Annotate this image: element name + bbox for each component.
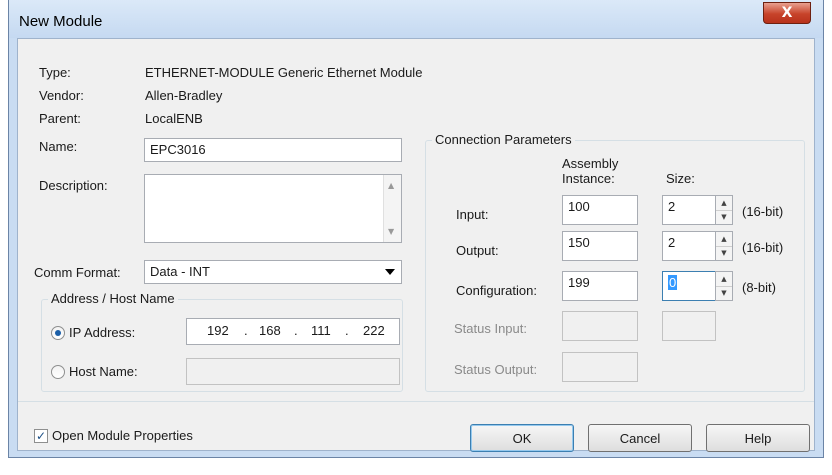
open-module-properties-checkbox[interactable]: ✓ (34, 429, 48, 443)
ip-octet-3: 111 (311, 323, 331, 338)
spin-up-icon[interactable]: ▲ (716, 196, 732, 211)
open-module-properties-label: Open Module Properties (52, 428, 193, 443)
output-instance-field[interactable]: 150 (562, 231, 638, 261)
vendor-value: Allen-Bradley (145, 88, 223, 103)
host-name-label: Host Name: (69, 364, 138, 379)
input-label: Input: (456, 207, 489, 222)
parent-label: Parent: (39, 111, 81, 126)
status-input-label: Status Input: (454, 321, 527, 336)
status-output-label: Status Output: (454, 362, 538, 377)
name-input[interactable]: EPC3016 (144, 138, 402, 162)
spin-up-icon[interactable]: ▲ (716, 272, 732, 287)
comm-format-value: Data - INT (150, 264, 210, 279)
new-module-dialog: New Module X Type: ETHERNET-MODULE Gener… (8, 0, 824, 458)
type-label: Type: (39, 65, 71, 80)
ip-dot: . (244, 323, 248, 338)
output-size-unit: (16-bit) (742, 240, 784, 255)
connection-parameters-group: Connection Parameters Assembly Instance:… (425, 132, 805, 392)
status-input-size-field[interactable] (662, 311, 716, 341)
ok-button-label: OK (512, 430, 532, 446)
footer-separator (18, 401, 814, 402)
description-scrollbar[interactable]: ▲ ▼ (383, 175, 401, 242)
cancel-button[interactable]: Cancel (588, 424, 692, 452)
ip-octet-1: 192 (207, 323, 229, 338)
chevron-down-icon (385, 269, 395, 275)
status-output-instance-field[interactable] (562, 352, 638, 382)
assembly-header-line1: Assembly (562, 156, 619, 171)
assembly-header-line2: Instance: (562, 171, 615, 186)
ip-octet-2: 168 (259, 323, 281, 338)
spin-down-icon[interactable]: ▼ (716, 287, 732, 301)
ip-octet-4: 222 (363, 323, 385, 338)
configuration-size-value: 0 (668, 275, 678, 290)
ip-address-label: IP Address: (69, 325, 136, 340)
input-size-spinner[interactable]: ▲ ▼ (715, 195, 733, 225)
help-button-label: Help (744, 430, 772, 446)
title-bar[interactable]: New Module X (9, 0, 823, 38)
comm-format-select[interactable]: Data - INT (144, 260, 402, 284)
parent-value: LocalENB (145, 111, 203, 126)
ip-address-radio[interactable] (51, 326, 65, 340)
ip-address-input[interactable]: 192 . 168 . 111 . 222 (186, 318, 400, 345)
input-size-field[interactable]: 2 (662, 195, 716, 225)
comm-format-label: Comm Format: (34, 265, 121, 280)
spin-down-icon[interactable]: ▼ (716, 211, 732, 225)
name-label: Name: (39, 139, 78, 154)
host-name-input[interactable] (186, 358, 400, 385)
vendor-label: Vendor: (39, 88, 84, 103)
host-name-radio[interactable] (51, 365, 65, 379)
output-size-field[interactable]: 2 (662, 231, 716, 261)
input-instance-field[interactable]: 100 (562, 195, 638, 225)
size-header: Size: (666, 171, 695, 186)
ip-dot: . (345, 323, 349, 338)
configuration-instance-field[interactable]: 199 (562, 271, 638, 301)
scroll-down-icon[interactable]: ▼ (388, 227, 394, 236)
dialog-title: New Module (19, 13, 103, 30)
input-size-unit: (16-bit) (742, 204, 784, 219)
scroll-up-icon[interactable]: ▲ (388, 181, 394, 190)
configuration-size-field[interactable]: 0 (662, 271, 716, 301)
connection-group-title: Connection Parameters (432, 132, 575, 147)
ip-dot: . (294, 323, 298, 338)
status-input-instance-field[interactable] (562, 311, 638, 341)
configuration-size-spinner[interactable]: ▲ ▼ (715, 271, 733, 301)
spin-down-icon[interactable]: ▼ (716, 247, 732, 261)
check-icon: ✓ (35, 429, 47, 443)
output-size-spinner[interactable]: ▲ ▼ (715, 231, 733, 261)
type-value: ETHERNET-MODULE Generic Ethernet Module (145, 65, 423, 80)
configuration-size-unit: (8-bit) (742, 280, 776, 295)
close-button[interactable]: X (763, 2, 811, 24)
address-group-title: Address / Host Name (48, 291, 178, 306)
description-input[interactable]: ▲ ▼ (144, 174, 402, 243)
close-icon: X (781, 5, 793, 21)
configuration-label: Configuration: (456, 283, 537, 298)
ok-button[interactable]: OK (470, 424, 574, 452)
help-button[interactable]: Help (706, 424, 810, 452)
cancel-button-label: Cancel (619, 430, 661, 446)
description-label: Description: (39, 178, 108, 193)
spin-up-icon[interactable]: ▲ (716, 232, 732, 247)
output-label: Output: (456, 243, 499, 258)
address-group: Address / Host Name IP Address: 192 . 16… (41, 291, 403, 392)
dialog-client-area: Type: ETHERNET-MODULE Generic Ethernet M… (17, 38, 815, 452)
